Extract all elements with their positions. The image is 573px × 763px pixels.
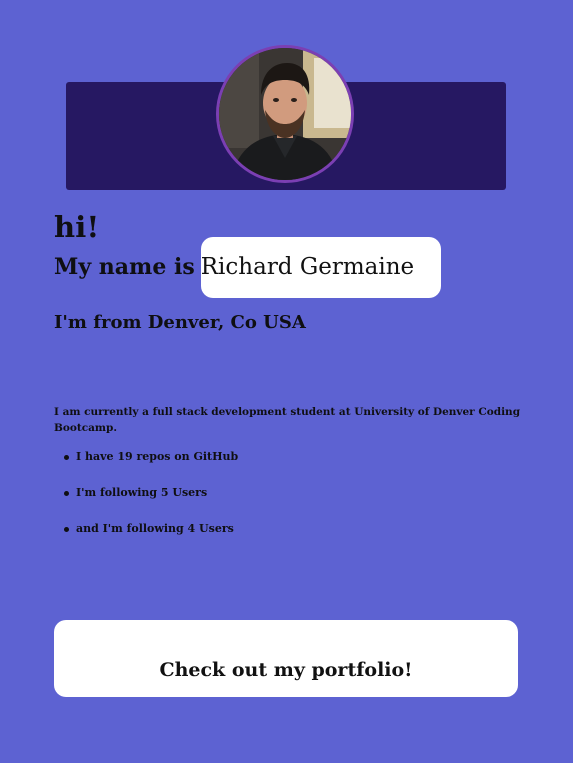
list-item: and I'm following 4 Users bbox=[54, 518, 238, 554]
name-prefix: My name is bbox=[54, 254, 195, 280]
name-line: My name is Richard Germaine bbox=[54, 236, 441, 298]
profile-avatar bbox=[216, 45, 354, 183]
portfolio-button[interactable]: Check out my portfolio! bbox=[54, 620, 518, 697]
list-item: I have 19 repos on GitHub bbox=[54, 446, 238, 482]
list-item: I'm following 5 Users bbox=[54, 482, 238, 518]
name-card: Richard Germaine bbox=[200, 236, 441, 298]
profile-photo-icon bbox=[219, 48, 351, 180]
bio-text: I am currently a full stack development … bbox=[54, 406, 521, 434]
location-text: I'm from Denver, Co USA bbox=[54, 312, 306, 333]
stats-list: I have 19 repos on GitHub I'm following … bbox=[54, 446, 238, 554]
